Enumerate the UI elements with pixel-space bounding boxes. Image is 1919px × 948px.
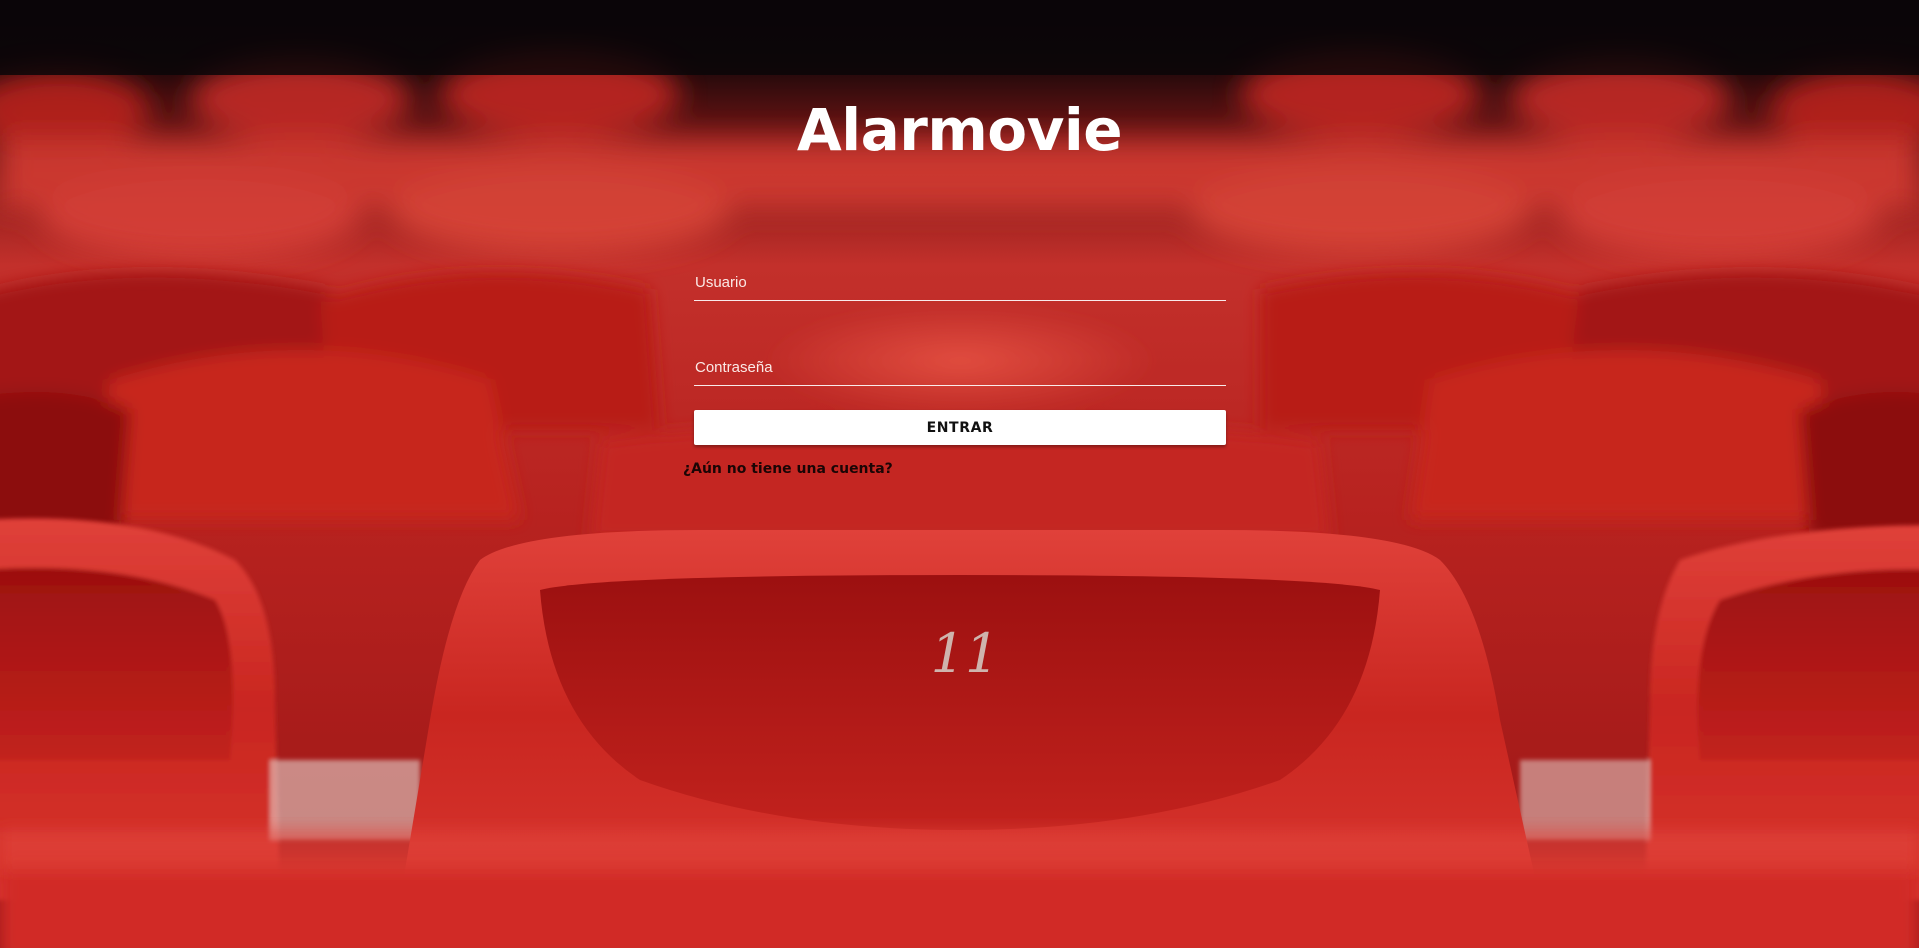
login-page: 11 Alarmovie ENTRAR ¿Aún no tiene una cu… [0,0,1919,948]
login-form: Alarmovie ENTRAR ¿Aún no tiene una cuent… [0,0,1919,948]
app-title: Alarmovie [796,96,1123,164]
password-input[interactable] [694,350,1226,386]
enter-button[interactable]: ENTRAR [694,410,1226,445]
username-input[interactable] [694,265,1226,301]
signup-link[interactable]: ¿Aún no tiene una cuenta? [683,461,893,477]
